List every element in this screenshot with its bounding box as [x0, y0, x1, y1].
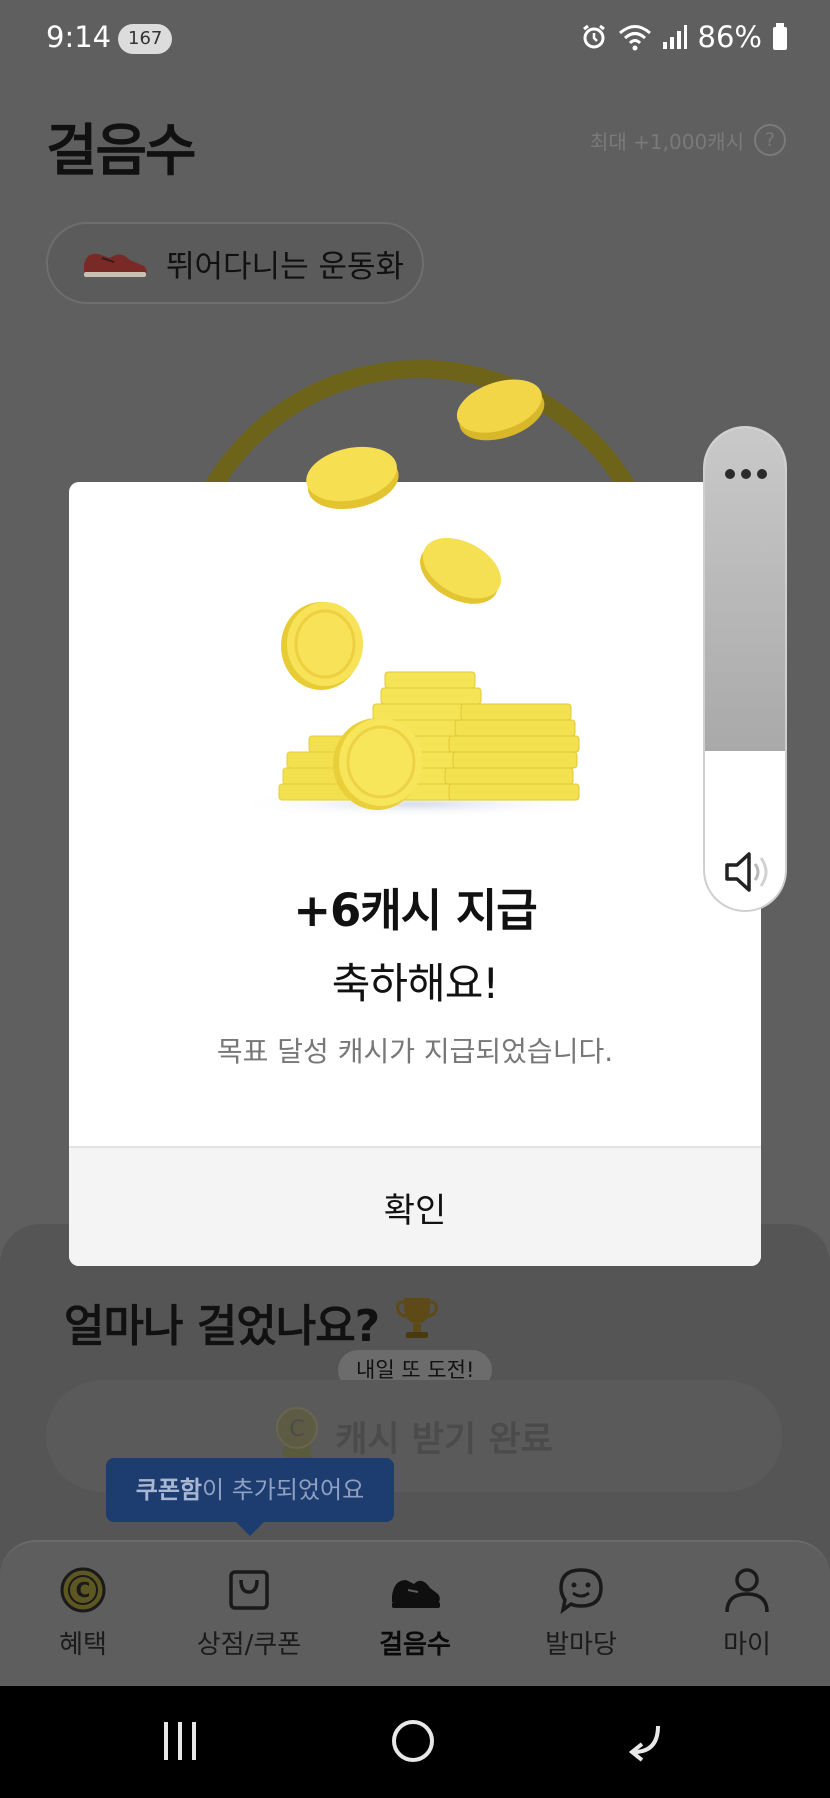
person-icon [725, 1568, 769, 1613]
speaker-icon[interactable] [723, 850, 773, 894]
status-icons: 86% [580, 20, 788, 54]
signal-icon [662, 25, 687, 49]
page-title: 걸음수 [46, 119, 197, 184]
recent-apps-icon[interactable] [160, 1716, 200, 1766]
reward-description: 목표 달성 캐시가 지급되었습니다. [216, 1035, 614, 1068]
volume-panel[interactable] [703, 426, 787, 912]
nav-label-my: 마이 [723, 1630, 771, 1660]
battery-icon [773, 23, 787, 50]
nav-item-steps[interactable]: 걸음수 [332, 1542, 498, 1686]
confirm-button-label: 확인 [383, 1190, 447, 1231]
nav-label-shop: 상점/쿠폰 [196, 1630, 302, 1660]
svg-text:C: C [76, 1578, 91, 1602]
max-cash-info: 최대 +1,000캐시 ? [590, 124, 786, 156]
bottom-nav: C 혜택 상점/쿠폰 걸음수 발마당 마이 [0, 1540, 830, 1686]
nav-label-benefits: 혜택 [59, 1630, 107, 1660]
chat-smile-icon [559, 1568, 603, 1614]
system-nav-bar [0, 1686, 830, 1798]
status-time: 9:14 [46, 20, 112, 54]
home-icon[interactable] [390, 1716, 436, 1766]
walk-section-title: 얼마나 걸었나요? [64, 1301, 380, 1352]
nav-item-benefits[interactable]: C 혜택 [0, 1542, 166, 1686]
congrats-text: 축하해요! [331, 959, 499, 1008]
battery-percent: 86% [697, 20, 762, 54]
coin-stack-illustration [229, 537, 601, 818]
wifi-icon [618, 25, 651, 51]
notification-count-badge: 167 [118, 24, 173, 54]
coin-icon: C [60, 1567, 106, 1613]
shoe-chip-label: 뛰어다니는 운동화 [166, 248, 405, 285]
trophy-icon [396, 1298, 438, 1338]
svg-text:C: C [290, 1417, 305, 1442]
shopping-bag-icon [229, 1570, 269, 1610]
sneaker-icon [84, 253, 147, 277]
nav-item-community[interactable]: 발마당 [498, 1542, 664, 1686]
more-options-icon[interactable] [723, 466, 769, 482]
max-cash-label: 최대 +1,000캐시 [590, 129, 744, 154]
medal-icon: C [276, 1407, 319, 1464]
reward-dialog: +6캐시 지급 축하해요! 목표 달성 캐시가 지급되었습니다. 확인 [69, 482, 761, 1266]
help-icon[interactable]: ? [754, 124, 786, 156]
coupon-toast[interactable]: 쿠폰함이 추가되었어요 [106, 1458, 394, 1536]
status-bar: 9:14 167 86% [0, 0, 830, 80]
sneaker-icon [392, 1580, 440, 1608]
confirm-button[interactable]: 확인 [69, 1146, 761, 1266]
nav-label-steps: 걸음수 [379, 1630, 451, 1660]
alarm-icon [582, 24, 605, 49]
cash-received-label: 캐시 받기 완료 [335, 1419, 553, 1460]
reward-amount-title: +6캐시 지급 [293, 884, 537, 937]
coupon-toast-text: 이 추가되었어요 [202, 1476, 365, 1504]
nav-item-my[interactable]: 마이 [664, 1542, 830, 1686]
nav-item-shop[interactable]: 상점/쿠폰 [166, 1542, 332, 1686]
coupon-toast-bold: 쿠폰함 [135, 1476, 203, 1504]
shoe-chip[interactable]: 뛰어다니는 운동화 [46, 222, 424, 304]
nav-label-community: 발마당 [545, 1630, 617, 1660]
back-icon[interactable] [622, 1716, 666, 1766]
